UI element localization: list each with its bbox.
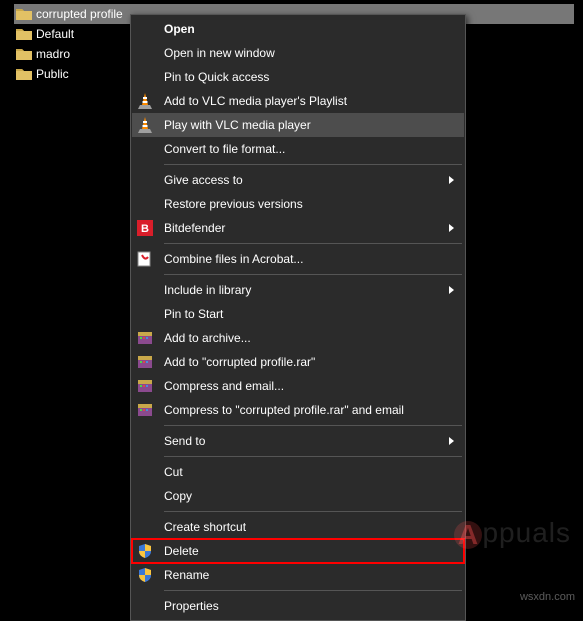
- menu-create-shortcut[interactable]: Create shortcut: [132, 515, 464, 539]
- menu-separator: [164, 164, 462, 165]
- submenu-arrow-icon: [449, 224, 454, 232]
- shield-icon: [136, 542, 154, 560]
- winrar-icon: [136, 353, 154, 371]
- submenu-arrow-icon: [449, 176, 454, 184]
- watermark-logo-icon: A: [454, 521, 482, 549]
- submenu-arrow-icon: [449, 437, 454, 445]
- bitdefender-icon: B: [136, 219, 154, 237]
- menu-restore-previous[interactable]: Restore previous versions: [132, 192, 464, 216]
- menu-give-access-to[interactable]: Give access to: [132, 168, 464, 192]
- folder-icon: [16, 27, 32, 41]
- menu-properties[interactable]: Properties: [132, 594, 464, 618]
- menu-separator: [164, 590, 462, 591]
- menu-pin-start[interactable]: Pin to Start: [132, 302, 464, 326]
- menu-pin-quick-access[interactable]: Pin to Quick access: [132, 65, 464, 89]
- vlc-icon: [136, 116, 154, 134]
- acrobat-icon: [136, 250, 154, 268]
- menu-separator: [164, 511, 462, 512]
- menu-add-archive[interactable]: Add to archive...: [132, 326, 464, 350]
- shield-icon: [136, 566, 154, 584]
- menu-separator: [164, 274, 462, 275]
- footer-text: wsxdn.com: [520, 591, 575, 603]
- menu-bitdefender[interactable]: B Bitdefender: [132, 216, 464, 240]
- menu-open[interactable]: Open: [132, 17, 464, 41]
- menu-convert-file-format[interactable]: Convert to file format...: [132, 137, 464, 161]
- menu-separator: [164, 456, 462, 457]
- file-name: Default: [36, 27, 74, 41]
- context-menu: Open Open in new window Pin to Quick acc…: [130, 14, 466, 621]
- winrar-icon: [136, 377, 154, 395]
- menu-separator: [164, 243, 462, 244]
- menu-copy[interactable]: Copy: [132, 484, 464, 508]
- menu-open-new-window[interactable]: Open in new window: [132, 41, 464, 65]
- menu-rename[interactable]: Rename: [132, 563, 464, 587]
- winrar-icon: [136, 329, 154, 347]
- menu-compress-email[interactable]: Compress and email...: [132, 374, 464, 398]
- menu-include-library[interactable]: Include in library: [132, 278, 464, 302]
- menu-compress-rar-email[interactable]: Compress to "corrupted profile.rar" and …: [132, 398, 464, 422]
- folder-icon: [16, 47, 32, 61]
- menu-send-to[interactable]: Send to: [132, 429, 464, 453]
- menu-add-rar[interactable]: Add to "corrupted profile.rar": [132, 350, 464, 374]
- folder-icon: [16, 67, 32, 81]
- submenu-arrow-icon: [449, 286, 454, 294]
- folder-icon: [16, 7, 32, 21]
- menu-separator: [164, 425, 462, 426]
- menu-delete[interactable]: Delete: [132, 539, 464, 563]
- menu-vlc-playlist[interactable]: Add to VLC media player's Playlist: [132, 89, 464, 113]
- file-name: corrupted profile: [36, 7, 123, 21]
- winrar-icon: [136, 401, 154, 419]
- svg-text:B: B: [141, 223, 149, 235]
- menu-cut[interactable]: Cut: [132, 460, 464, 484]
- watermark: Appuals: [454, 517, 571, 549]
- file-name: Public: [36, 67, 69, 81]
- menu-combine-acrobat[interactable]: Combine files in Acrobat...: [132, 247, 464, 271]
- vlc-icon: [136, 92, 154, 110]
- file-name: madro: [36, 47, 70, 61]
- menu-vlc-play[interactable]: Play with VLC media player: [132, 113, 464, 137]
